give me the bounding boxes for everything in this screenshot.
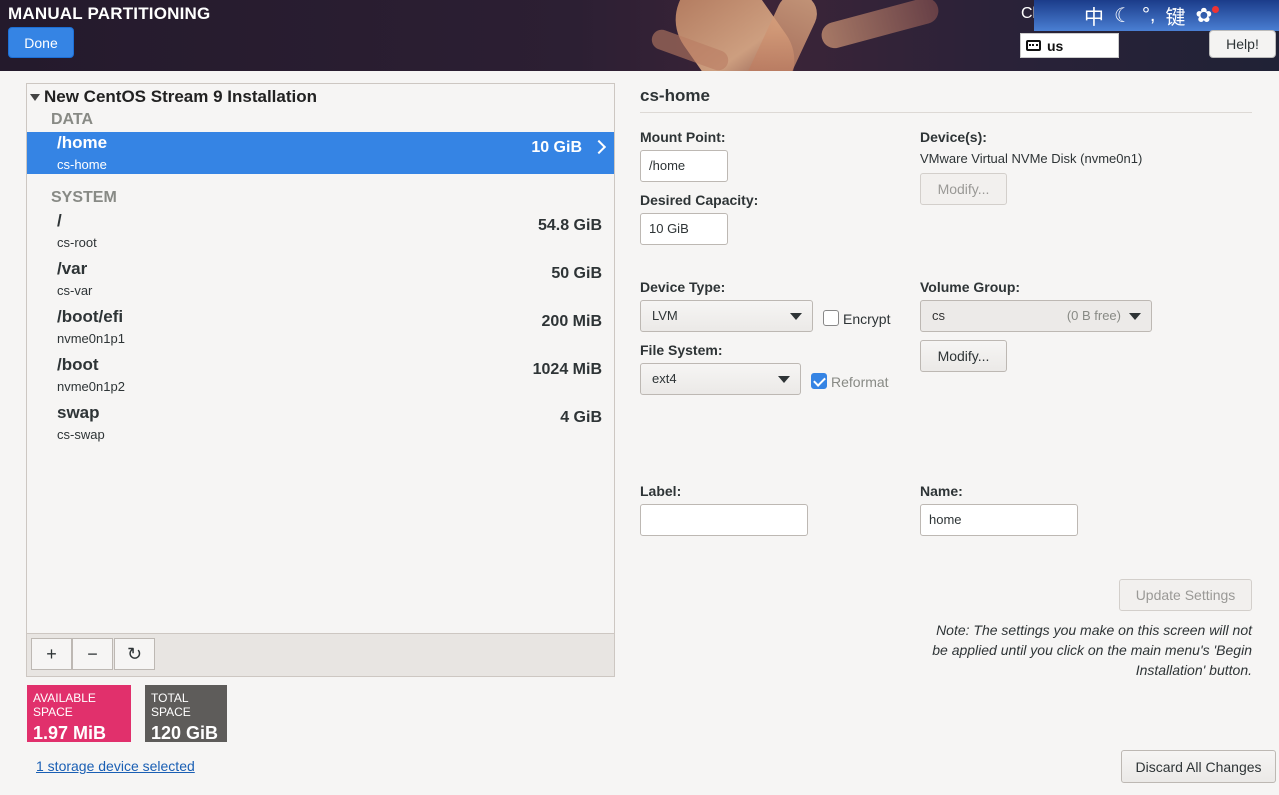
available-space-box: AVAILABLE SPACE 1.97 MiB [27, 685, 131, 743]
add-mount-point-button[interactable]: + [31, 638, 72, 670]
refresh-icon: ↻ [126, 643, 143, 664]
ime-toolbar[interactable]: 中 ☾ °, 键 ✿ [1034, 0, 1279, 31]
detail-title: cs-home [640, 86, 710, 105]
available-space-value: 1.97 MiB [33, 723, 107, 743]
reformat-label: Reformat [831, 374, 889, 390]
partition-toolbar: + − ↻ [27, 633, 614, 676]
total-space-box: TOTAL SPACE 120 GiB [145, 685, 227, 743]
encrypt-checkbox[interactable] [823, 310, 839, 326]
chevron-right-icon [591, 139, 607, 155]
volume-group-modify-button[interactable]: Modify... [920, 340, 1007, 372]
header-bar: MANUAL PARTITIONING Done Cl 中 ☾ °, 键 ✿ u… [0, 0, 1279, 71]
installation-root-label: New CentOS Stream 9 Installation [44, 87, 318, 106]
mount-point-name: /var [57, 259, 88, 278]
mount-size: 50 GiB [551, 265, 602, 282]
ime-chinese-mode-icon[interactable]: 中 [1084, 1, 1104, 30]
name-input[interactable]: home [920, 504, 1078, 536]
volume-group-combo[interactable]: cs (0 B free) [920, 300, 1152, 332]
device-type-value: LVM [652, 308, 678, 323]
volume-group-free: (0 B free) [1066, 308, 1121, 323]
mount-point-label: Mount Point: [640, 129, 726, 145]
desired-capacity-input[interactable]: 10 GiB [640, 213, 728, 245]
header-artwork-branch [818, 0, 942, 52]
volume-group-label: Volume Group: [920, 279, 1021, 295]
mount-device-name: cs-var [57, 283, 93, 298]
expander-down-icon[interactable] [30, 94, 40, 101]
mount-size: 1024 MiB [532, 361, 602, 378]
keyboard-layout-indicator[interactable]: us [1020, 33, 1119, 58]
mount-row-root[interactable]: / cs-root 54.8 GiB [27, 210, 614, 252]
ime-moon-icon[interactable]: ☾ [1114, 3, 1132, 28]
mount-point-name: /boot [57, 355, 99, 374]
devices-modify-button[interactable]: Modify... [920, 173, 1007, 205]
mount-size: 10 GiB [531, 139, 582, 156]
file-system-value: ext4 [652, 371, 677, 386]
keyboard-layout-label: us [1047, 37, 1064, 54]
file-system-label: File System: [640, 342, 723, 358]
page-title: MANUAL PARTITIONING [8, 4, 211, 23]
mount-device-name: cs-swap [57, 427, 105, 442]
minus-icon: − [87, 643, 98, 664]
file-system-combo[interactable]: ext4 [640, 363, 801, 395]
mount-device-name: nvme0n1p2 [57, 379, 125, 394]
ime-punctuation-icon[interactable]: °, [1142, 4, 1156, 27]
mount-point-list: New CentOS Stream 9 Installation DATA /h… [26, 83, 615, 677]
mount-row-var[interactable]: /var cs-var 50 GiB [27, 258, 614, 300]
label-input[interactable] [640, 504, 808, 536]
section-label-system: SYSTEM [51, 189, 117, 206]
devices-label: Device(s): [920, 129, 987, 145]
installation-tree-root[interactable]: New CentOS Stream 9 Installation [30, 87, 317, 107]
update-settings-button[interactable]: Update Settings [1119, 579, 1252, 611]
label-field-label: Label: [640, 483, 682, 499]
encrypt-label: Encrypt [843, 311, 891, 327]
settings-note: Note: The settings you make on this scre… [932, 622, 1252, 678]
mount-row-swap[interactable]: swap cs-swap 4 GiB [27, 402, 614, 444]
available-space-label: AVAILABLE SPACE [33, 691, 96, 719]
device-type-label: Device Type: [640, 279, 726, 295]
mount-point-name: /boot/efi [57, 307, 124, 326]
mount-row-boot[interactable]: /boot nvme0n1p2 1024 MiB [27, 354, 614, 396]
mount-device-name: cs-root [57, 235, 97, 250]
device-type-combo[interactable]: LVM [640, 300, 813, 332]
ime-settings-icon[interactable]: ✿ [1196, 3, 1213, 28]
mount-point-name: swap [57, 403, 100, 422]
keyboard-icon [1026, 40, 1041, 51]
mount-point-name: / [57, 211, 62, 230]
reformat-checkbox[interactable] [811, 373, 827, 389]
remove-mount-point-button[interactable]: − [72, 638, 113, 670]
mount-point-input[interactable]: /home [640, 150, 728, 182]
mount-size: 4 GiB [560, 409, 602, 426]
mount-row-home[interactable]: /home cs-home 10 GiB [27, 132, 614, 174]
mount-row-boot-efi[interactable]: /boot/efi nvme0n1p1 200 MiB [27, 306, 614, 348]
section-label-data: DATA [51, 111, 94, 128]
total-space-value: 120 GiB [151, 723, 219, 743]
storage-devices-link[interactable]: 1 storage device selected [36, 758, 195, 774]
discard-all-changes-button[interactable]: Discard All Changes [1121, 750, 1276, 783]
devices-value: VMware Virtual NVMe Disk (nvme0n1) [920, 151, 1143, 166]
ime-keyboard-icon[interactable]: 键 [1166, 1, 1186, 30]
dropdown-arrow-icon [778, 376, 790, 383]
divider [640, 112, 1252, 113]
mount-size: 54.8 GiB [537, 217, 602, 234]
mount-point-name: /home [57, 133, 108, 152]
dropdown-arrow-icon [1129, 313, 1141, 320]
ime-status-dot [1212, 6, 1219, 13]
mount-device-name: cs-home [57, 157, 107, 172]
total-space-label: TOTAL SPACE [151, 691, 191, 719]
volume-group-value: cs [932, 308, 945, 323]
mount-size: 200 MiB [541, 313, 602, 330]
name-field-label: Name: [920, 483, 963, 499]
help-button[interactable]: Help! [1209, 30, 1276, 58]
mount-device-name: nvme0n1p1 [57, 331, 125, 346]
desired-capacity-label: Desired Capacity: [640, 192, 759, 208]
refresh-button[interactable]: ↻ [114, 638, 155, 670]
dropdown-arrow-icon [790, 313, 802, 320]
done-button[interactable]: Done [8, 27, 74, 58]
plus-icon: + [46, 643, 57, 664]
